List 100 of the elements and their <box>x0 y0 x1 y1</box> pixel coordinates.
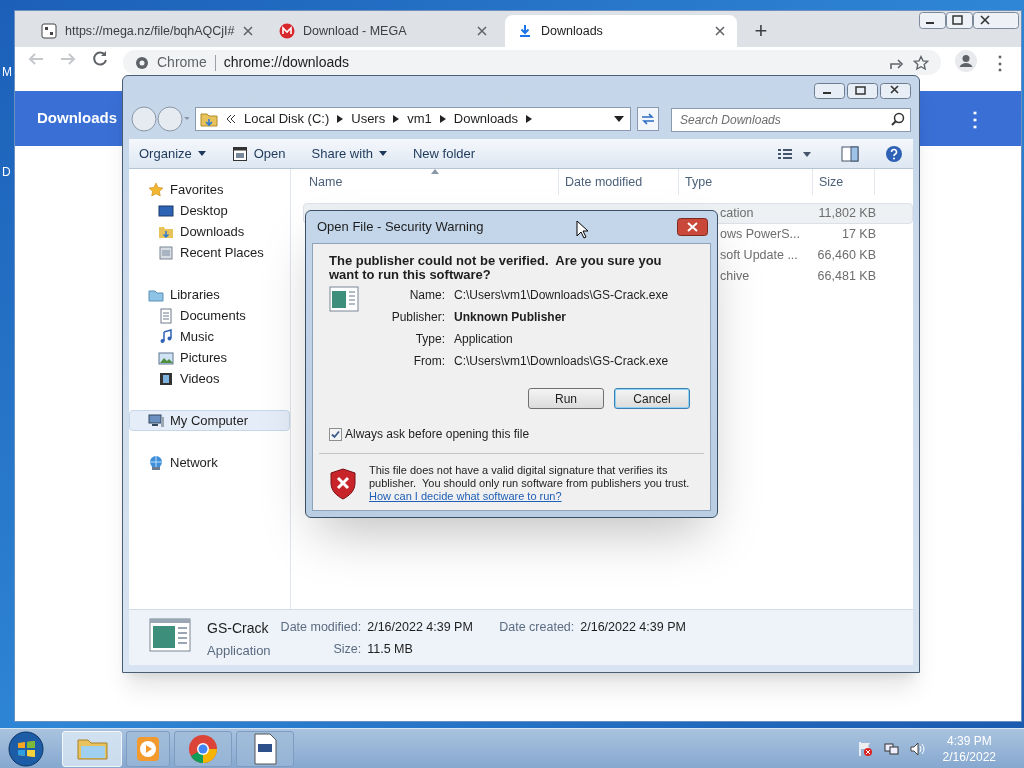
volume-icon[interactable] <box>908 740 925 757</box>
caret-icon <box>337 115 344 123</box>
image-icon <box>158 349 174 366</box>
field-value: C:\Users\vm1\Downloads\GS-Crack.exe <box>454 287 669 304</box>
address-bar[interactable]: Local Disk (C:) Users vm1 Downloads <box>195 107 631 131</box>
dialog-button[interactable]: Run <box>528 388 604 409</box>
nav-item[interactable]: My Computer <box>129 410 290 431</box>
shield-icon <box>329 468 357 500</box>
table-cell-text: 17 KB <box>840 226 876 244</box>
column-header[interactable]: Size <box>813 169 875 195</box>
browser-tab[interactable]: Download - MEGA <box>267 15 499 47</box>
page-icon <box>41 23 57 39</box>
preview-pane-icon[interactable] <box>841 145 859 162</box>
caret-icon <box>393 115 400 123</box>
table-cell-text: cation <box>720 205 755 223</box>
desktop-icon-label: M <box>2 64 12 81</box>
document-icon <box>158 307 174 324</box>
mouse-cursor-icon <box>576 220 588 239</box>
column-header[interactable]: Date modified <box>559 169 679 195</box>
browser-tab[interactable]: https://mega.nz/file/bqhAQCjI# <box>29 15 261 47</box>
minimize-button[interactable] <box>919 12 946 29</box>
maximize-button[interactable] <box>847 83 878 99</box>
nav-item[interactable]: Network <box>129 452 290 473</box>
table-cell-text: 66,481 KB <box>816 268 876 286</box>
field-value: C:\Users\vm1\Downloads\GS-Crack.exe <box>454 353 669 370</box>
flag-icon[interactable] <box>856 740 873 757</box>
computer-icon <box>148 412 164 429</box>
breadcrumb-item[interactable]: Downloads <box>453 109 519 129</box>
help-icon[interactable] <box>885 144 903 163</box>
site-label: Chrome <box>157 53 207 72</box>
field-label: Type: <box>414 331 445 348</box>
start-button[interactable] <box>6 729 46 768</box>
network-icon[interactable] <box>882 740 899 757</box>
field-label: Size: <box>333 640 362 658</box>
nav-item[interactable]: Pictures <box>129 347 290 368</box>
breadcrumb-item[interactable]: vm1 <box>407 109 432 129</box>
menu-button[interactable]: ⋮ <box>991 50 1009 77</box>
field-value: Unknown Publisher <box>454 309 567 326</box>
nav-item[interactable]: Libraries <box>129 284 290 305</box>
site-logo-icon <box>279 23 295 39</box>
warning-text: This file does not have a valid digital signature that verifies its publisher. You should only run software from publishers you trust. <box>369 464 691 490</box>
field-label: Publisher: <box>390 309 445 326</box>
caret-icon <box>197 151 206 156</box>
nav-item[interactable]: Music <box>129 326 290 347</box>
table-cell-text: soft Update ... <box>720 247 799 265</box>
application-icon <box>329 286 359 312</box>
profile-icon[interactable] <box>955 50 977 72</box>
field-label: Name: <box>408 287 445 304</box>
nav-item[interactable]: Documents <box>129 305 290 326</box>
dialog-button[interactable]: Cancel <box>614 388 690 409</box>
toolbar-button[interactable]: Open <box>231 143 286 164</box>
checkbox[interactable] <box>329 427 342 441</box>
nav-item[interactable]: Videos <box>129 368 290 389</box>
field-label: From: <box>412 353 445 370</box>
table-cell-text: 11,802 KB <box>817 205 876 223</box>
menu-button[interactable]: ⋮ <box>965 103 985 134</box>
close-button[interactable] <box>880 83 911 99</box>
close-icon[interactable] <box>242 26 253 36</box>
column-header[interactable]: Type <box>679 169 813 195</box>
field-label: Date modified: <box>280 619 362 636</box>
field-value: Application <box>454 331 514 348</box>
address-bar[interactable]: Chrome chrome://downloads <box>123 50 941 75</box>
nav-item[interactable]: Desktop <box>129 200 290 221</box>
dialog-heading: The publisher could not be verified. Are you sure you want to run this software? <box>328 252 663 282</box>
table-cell-text: ows PowerS... <box>720 226 801 244</box>
search-field[interactable]: Search Downloads <box>671 108 911 132</box>
taskbar-button[interactable] <box>236 730 294 767</box>
star-icon <box>148 181 164 198</box>
breadcrumb-item[interactable]: Local Disk (C:) <box>244 109 330 129</box>
toolbar-button[interactable]: New folder <box>413 143 476 164</box>
download-icon <box>517 23 533 39</box>
toolbar-button[interactable]: Share with <box>311 143 387 164</box>
chevrons-icon <box>226 114 236 124</box>
browser-tab[interactable]: Downloads <box>505 15 737 47</box>
close-icon[interactable] <box>477 26 487 36</box>
breadcrumb-item[interactable]: Users <box>351 109 386 129</box>
close-icon[interactable] <box>715 26 725 36</box>
star-icon[interactable] <box>913 54 929 71</box>
close-button[interactable] <box>677 218 708 236</box>
help-link[interactable]: How can I decide what software to run? <box>369 490 562 503</box>
nav-item[interactable]: Favorites <box>129 179 290 200</box>
window-icon <box>231 145 248 162</box>
search-icon <box>891 112 905 126</box>
close-button[interactable] <box>973 12 1019 29</box>
page-title: Downloads <box>37 108 117 129</box>
chrome-icon <box>135 55 149 70</box>
nav-item[interactable]: Recent Places <box>129 242 290 263</box>
reload-icon[interactable] <box>91 50 109 68</box>
maximize-button[interactable] <box>946 12 973 29</box>
minimize-button[interactable] <box>814 83 845 99</box>
dropdown-icon[interactable] <box>614 116 624 122</box>
toolbar-button[interactable]: Organize <box>139 143 206 164</box>
file-name: GS-Crack <box>207 619 270 638</box>
refresh-button[interactable] <box>637 107 659 131</box>
monitor-icon <box>158 202 174 219</box>
new-tab-button[interactable]: + <box>749 19 773 43</box>
file-type: Application <box>207 642 271 660</box>
checkbox-label: Always ask before opening this file <box>345 426 530 443</box>
nav-item[interactable]: Downloads <box>129 221 290 242</box>
field-value: 2/16/2022 4:39 PM <box>367 619 474 636</box>
